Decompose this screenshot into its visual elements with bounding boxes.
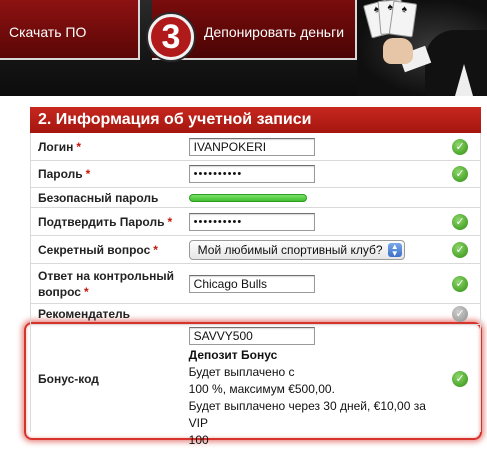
secret-answer-row: Ответ на контрольный вопрос * Chicago Bul…	[31, 264, 480, 304]
login-label: Логин *	[38, 139, 82, 154]
secret-answer-input[interactable]: Chicago Bulls	[188, 274, 315, 293]
header-banner: Скачать ПО Депонировать деньги 3 ♠ ♠ ♠	[0, 0, 487, 96]
step3-label: Депонировать деньги	[204, 24, 345, 40]
secret-question-value: Мой любимый спортивный клуб?	[197, 242, 383, 257]
check-icon: ✓	[452, 138, 469, 155]
password-row: Пароль * •••••••••• ✓	[31, 161, 480, 188]
step1-label: Скачать ПО	[9, 24, 87, 40]
confirm-password-input[interactable]: ••••••••••	[188, 212, 315, 231]
password-strength-row: Безопасный пароль	[31, 188, 480, 208]
password-strength-label: Безопасный пароль	[38, 190, 159, 205]
section-title: 2. Информация об учетной записи	[30, 107, 481, 133]
check-icon: ✓	[452, 241, 469, 258]
banner-photo: ♠ ♠ ♠	[357, 0, 487, 96]
check-icon: ✓	[452, 370, 469, 387]
bonus-description: Депозит Бонус Будет выплачено с 100 %, м…	[188, 348, 426, 447]
check-icon: ✓	[452, 306, 469, 322]
hand-shape	[383, 38, 413, 64]
select-arrows-icon: ▲ ▼	[387, 242, 402, 257]
bonus-code-input[interactable]: SAVVY500	[188, 327, 315, 345]
login-input[interactable]: IVANPOKERI	[188, 137, 315, 156]
check-icon: ✓	[452, 275, 469, 292]
bonus-code-row: Бонус-код SAVVY500 Депозит Бонус Будет в…	[31, 325, 480, 447]
secret-question-select[interactable]: Мой любимый спортивный клуб? ▲ ▼	[188, 239, 405, 260]
confirm-password-label: Подтвердить Пароль *	[38, 214, 173, 229]
secret-question-row: Секретный вопрос * Мой любимый спортивный…	[31, 236, 480, 264]
bonus-title: Депозит Бонус	[188, 348, 278, 362]
account-info-form: Логин * IVANPOKERI ✓ Пароль * •••••••••• ✓…	[30, 133, 481, 447]
password-input[interactable]: ••••••••••	[188, 165, 315, 183]
suit-shape	[425, 30, 487, 96]
confirm-password-row: Подтвердить Пароль * •••••••••• ✓	[31, 208, 480, 236]
check-icon: ✓	[452, 166, 469, 182]
login-row: Логин * IVANPOKERI ✓	[31, 133, 480, 161]
step-download-software[interactable]: Скачать ПО	[0, 0, 140, 60]
password-label: Пароль *	[38, 167, 91, 181]
step-number-badge: 3	[148, 14, 194, 60]
secret-question-label: Секретный вопрос *	[38, 242, 158, 257]
bonus-code-label: Бонус-код	[38, 371, 99, 386]
check-icon: ✓	[452, 213, 469, 230]
secret-answer-label: Ответ на контрольный вопрос *	[38, 268, 174, 299]
referrer-label: Рекомендатель	[38, 307, 131, 321]
referrer-row: Рекомендатель ✓	[31, 304, 480, 325]
password-strength-bar	[188, 193, 307, 202]
